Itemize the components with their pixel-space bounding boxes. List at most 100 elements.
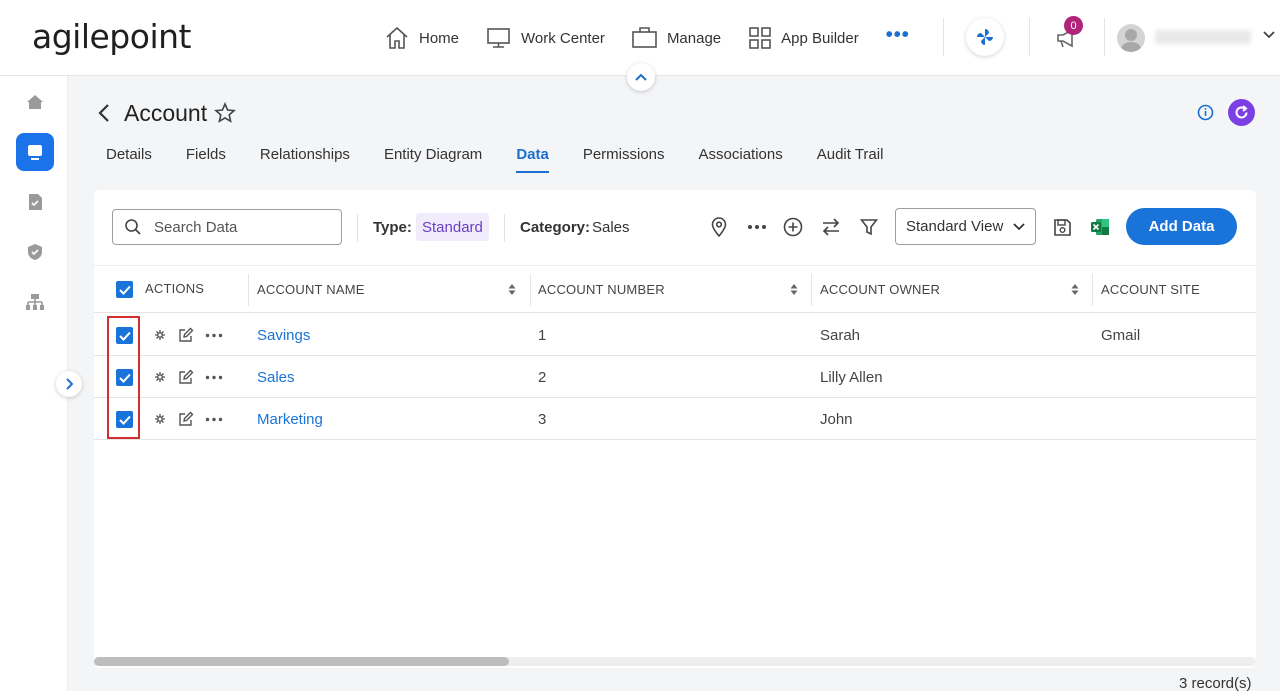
expand-sidebar-button[interactable] <box>56 371 82 397</box>
account-owner-cell: John <box>820 410 853 428</box>
edit-icon[interactable] <box>178 327 194 343</box>
account-owner-cell: Lilly Allen <box>820 368 883 386</box>
sort-icon[interactable] <box>508 283 516 296</box>
column-divider <box>811 274 812 306</box>
avatar[interactable] <box>1117 24 1145 52</box>
chevron-right-icon <box>66 378 73 390</box>
sort-icon[interactable] <box>1071 283 1079 296</box>
ai-assistant-button[interactable] <box>966 18 1004 56</box>
nav-manage[interactable]: Manage <box>632 26 721 50</box>
tab-permissions[interactable]: Permissions <box>583 146 665 173</box>
table-row: Marketing 3 John <box>94 398 1256 440</box>
account-number-cell: 1 <box>538 326 547 344</box>
column-header-account-number[interactable]: ACCOUNT NUMBER <box>538 266 665 313</box>
view-select[interactable]: Standard View <box>895 208 1036 245</box>
tab-details[interactable]: Details <box>106 146 152 173</box>
sidebar-item-documents[interactable] <box>16 183 54 221</box>
tab-audit-trail[interactable]: Audit Trail <box>817 146 884 173</box>
export-excel-button[interactable] <box>1089 216 1111 238</box>
type-label: Type: <box>373 219 412 236</box>
select-all-checkbox[interactable] <box>116 281 133 298</box>
user-name-blurred[interactable] <box>1155 30 1251 44</box>
account-name-link[interactable]: Marketing <box>257 398 323 440</box>
search-input[interactable] <box>154 218 324 236</box>
search-box[interactable] <box>112 209 342 245</box>
table-row: Sales 2 Lilly Allen <box>94 356 1256 398</box>
sparkle-action-icon[interactable] <box>152 369 168 385</box>
record-count: 3 record(s) <box>1179 675 1252 691</box>
home-icon <box>386 26 408 49</box>
add-column-button[interactable] <box>782 216 804 238</box>
sparkle-action-icon[interactable] <box>152 411 168 427</box>
row-checkbox[interactable] <box>116 369 133 386</box>
refresh-button[interactable] <box>1228 99 1255 126</box>
column-header-account-owner[interactable]: ACCOUNT OWNER <box>820 266 940 313</box>
edit-icon[interactable] <box>178 411 194 427</box>
collapse-header-button[interactable] <box>627 63 655 91</box>
sidebar-item-security[interactable] <box>16 233 54 271</box>
location-button[interactable] <box>708 216 730 238</box>
save-icon <box>1053 218 1071 236</box>
sidebar-item-home[interactable] <box>16 83 54 121</box>
refresh-icon <box>1235 105 1248 119</box>
account-name-link[interactable]: Savings <box>257 314 310 356</box>
filter-button[interactable] <box>858 216 880 238</box>
account-name-link[interactable]: Sales <box>257 356 295 398</box>
more-horizontal-icon[interactable] <box>205 333 223 338</box>
tab-data[interactable]: Data <box>516 146 549 173</box>
nav-more-button[interactable]: ••• <box>886 24 910 47</box>
row-checkbox[interactable] <box>116 327 133 344</box>
chevron-up-icon <box>635 73 647 81</box>
agilepoint-logo[interactable]: agilepoint <box>32 17 191 56</box>
search-icon <box>125 219 141 235</box>
info-icon[interactable] <box>1197 104 1214 121</box>
more-horizontal-icon[interactable] <box>205 375 223 380</box>
tab-relationships[interactable]: Relationships <box>260 146 350 173</box>
hierarchy-icon <box>26 294 44 310</box>
notification-badge: 0 <box>1064 16 1083 35</box>
grid-icon <box>749 27 771 49</box>
horizontal-scrollbar[interactable] <box>94 657 1256 666</box>
column-header-account-site[interactable]: ACCOUNT SITE <box>1101 266 1200 313</box>
tab-entity-diagram[interactable]: Entity Diagram <box>384 146 482 173</box>
shield-check-icon <box>28 244 42 260</box>
divider <box>1104 18 1105 56</box>
checkmark-icon <box>118 373 131 383</box>
sidebar-item-hierarchy[interactable] <box>16 283 54 321</box>
divider <box>357 214 358 242</box>
scrollbar-thumb[interactable] <box>94 657 509 666</box>
divider <box>504 214 505 242</box>
nav-home[interactable]: Home <box>384 26 459 50</box>
chevron-down-icon[interactable] <box>1262 30 1276 40</box>
main-nav: Home Work Center Manage App Builder ••• <box>384 22 910 54</box>
more-options-button[interactable] <box>746 216 768 238</box>
account-number-cell: 3 <box>538 410 547 428</box>
save-view-button[interactable] <box>1051 216 1073 238</box>
nav-manage-label: Manage <box>666 29 722 47</box>
add-data-button[interactable]: Add Data <box>1126 208 1237 245</box>
column-divider <box>1092 274 1093 306</box>
nav-work-center[interactable]: Work Center <box>486 26 605 50</box>
edit-icon[interactable] <box>178 369 194 385</box>
column-header-actions: ACTIONS <box>145 280 205 296</box>
sidebar-item-data-entities[interactable] <box>16 133 54 171</box>
account-owner-cell: Sarah <box>820 326 861 344</box>
nav-app-builder[interactable]: App Builder <box>748 26 859 50</box>
category-value: Sales <box>592 219 630 236</box>
swap-button[interactable] <box>820 216 842 238</box>
favorite-star-icon[interactable] <box>214 102 236 124</box>
column-divider <box>530 274 531 306</box>
home-icon <box>27 95 43 109</box>
sparkle-action-icon[interactable] <box>152 327 168 343</box>
sort-icon[interactable] <box>790 283 798 296</box>
tab-associations[interactable]: Associations <box>699 146 783 173</box>
data-card: Type: Standard Category: Sales Standard … <box>94 190 1256 668</box>
more-horizontal-icon <box>748 225 766 229</box>
table-header: ACTIONS ACCOUNT NAME ACCOUNT NUMBER ACCO… <box>94 265 1256 313</box>
checkmark-icon <box>118 331 131 341</box>
column-header-account-name[interactable]: ACCOUNT NAME <box>257 266 365 313</box>
row-checkbox[interactable] <box>116 411 133 428</box>
more-horizontal-icon[interactable] <box>205 417 223 422</box>
back-arrow-icon[interactable] <box>97 103 111 123</box>
tab-fields[interactable]: Fields <box>186 146 226 173</box>
